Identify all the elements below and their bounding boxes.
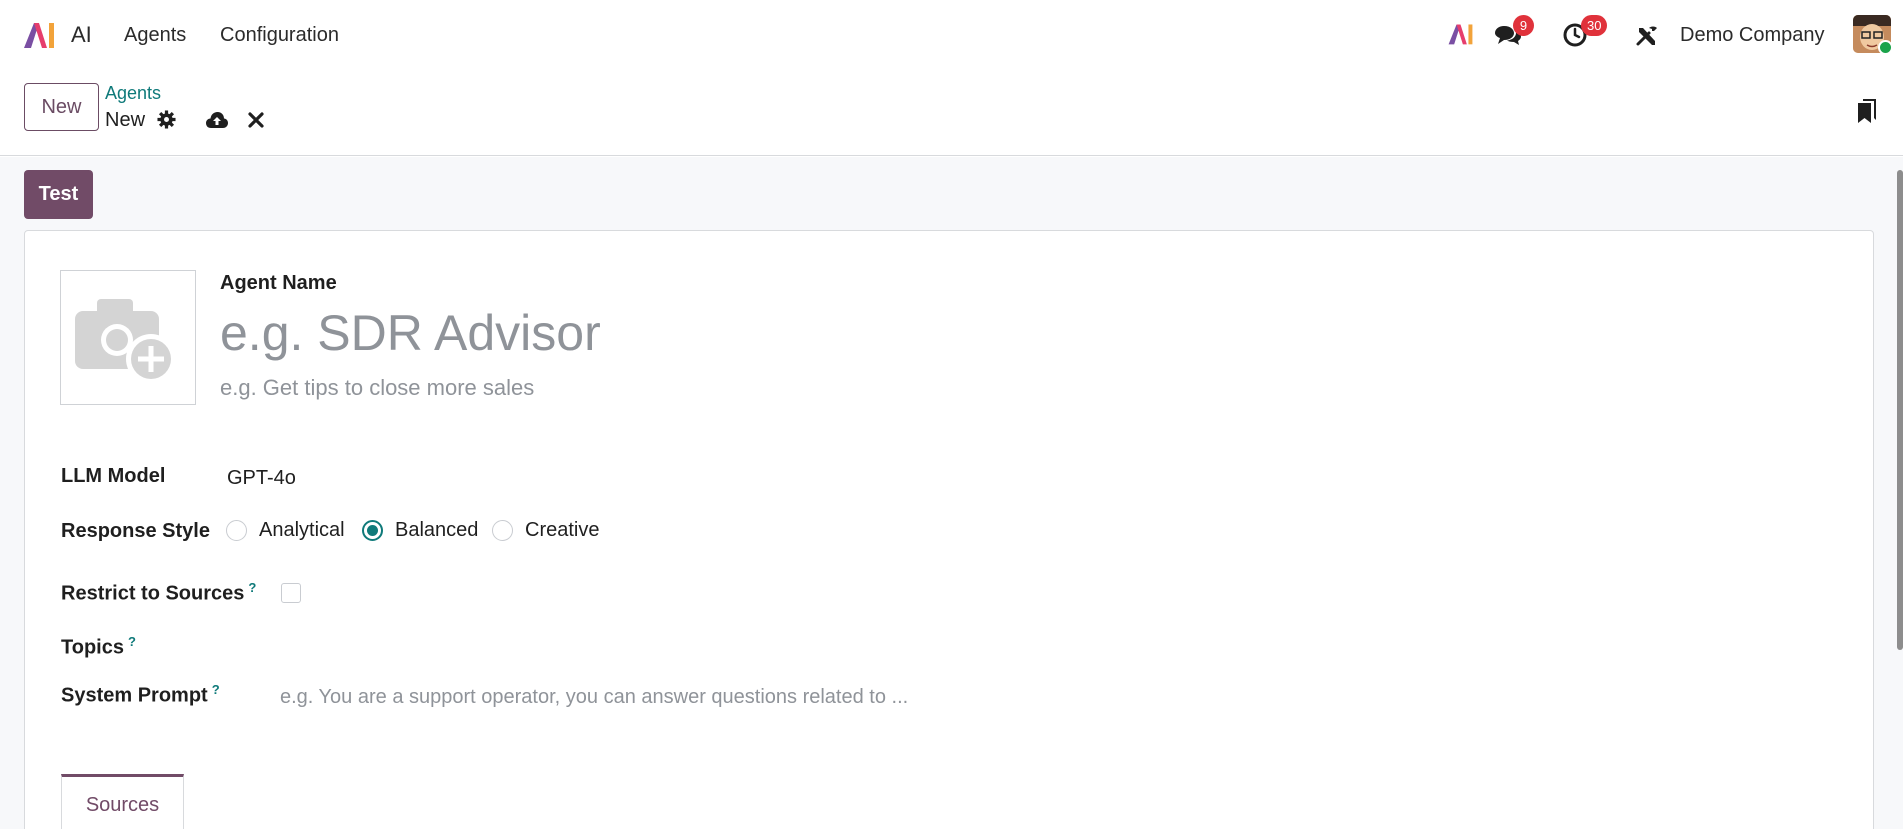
restrict-sources-text: Restrict to Sources xyxy=(61,582,245,605)
breadcrumb-agents-link[interactable]: Agents xyxy=(105,83,161,104)
vertical-scrollbar[interactable] xyxy=(1897,170,1903,650)
llm-model-label: LLM Model xyxy=(61,465,166,487)
debug-tools-icon[interactable] xyxy=(1635,24,1659,48)
radio-creative[interactable]: Creative xyxy=(492,519,599,542)
company-switcher[interactable]: Demo Company xyxy=(1680,24,1825,47)
system-prompt-label: System Prompt? xyxy=(61,682,220,708)
activity-count-badge: 30 xyxy=(1581,15,1608,36)
menu-agents[interactable]: Agents xyxy=(124,24,186,47)
agent-image-upload[interactable] xyxy=(60,270,196,405)
radio-balanced-circle[interactable] xyxy=(362,520,383,541)
restrict-sources-checkbox[interactable] xyxy=(281,583,301,603)
topics-help-tooltip[interactable]: ? xyxy=(128,634,136,649)
radio-analytical[interactable]: Analytical xyxy=(226,519,345,542)
menu-configuration[interactable]: Configuration xyxy=(220,24,339,47)
top-navbar: AI Agents Configuration 9 30 Demo Compan… xyxy=(0,0,1903,70)
response-style-label: Response Style xyxy=(61,520,210,542)
radio-analytical-label: Analytical xyxy=(259,519,345,541)
system-prompt-text: System Prompt xyxy=(61,684,208,707)
ai-assistant-icon[interactable] xyxy=(1447,22,1474,46)
llm-model-select[interactable]: GPT-4o xyxy=(227,467,296,490)
radio-analytical-circle[interactable] xyxy=(226,520,247,541)
messages-count-badge: 9 xyxy=(1513,15,1534,36)
discard-close-icon[interactable] xyxy=(248,112,264,128)
prompt-help-tooltip[interactable]: ? xyxy=(212,682,220,697)
bookmark-icon[interactable] xyxy=(1856,98,1878,124)
save-cloud-upload-icon[interactable] xyxy=(205,110,229,130)
gear-icon[interactable] xyxy=(157,110,176,129)
restrict-sources-label: Restrict to Sources? xyxy=(61,580,256,606)
breadcrumb-current: New xyxy=(105,109,146,131)
radio-balanced[interactable]: Balanced xyxy=(362,519,478,542)
control-panel: New Agents New xyxy=(0,70,1903,156)
test-agent-button[interactable]: Test xyxy=(24,170,93,219)
radio-creative-circle[interactable] xyxy=(492,520,513,541)
radio-creative-label: Creative xyxy=(525,519,600,541)
topics-input[interactable] xyxy=(280,632,880,662)
agent-name-label: Agent Name xyxy=(220,272,337,294)
topics-label: Topics? xyxy=(61,634,136,660)
ai-app-logo-icon[interactable] xyxy=(22,20,56,50)
new-record-button[interactable]: New xyxy=(24,83,99,131)
radio-balanced-label: Balanced xyxy=(395,519,479,541)
topics-text: Topics xyxy=(61,636,124,659)
app-name[interactable]: AI xyxy=(71,22,92,48)
agent-subtitle-input[interactable] xyxy=(220,372,1120,404)
online-status-dot xyxy=(1878,40,1893,55)
system-prompt-input[interactable] xyxy=(280,682,1180,712)
tab-sources[interactable]: Sources xyxy=(61,774,184,829)
agent-name-input[interactable] xyxy=(220,302,1120,364)
camera-add-icon xyxy=(75,299,176,384)
restrict-help-tooltip[interactable]: ? xyxy=(248,580,256,595)
